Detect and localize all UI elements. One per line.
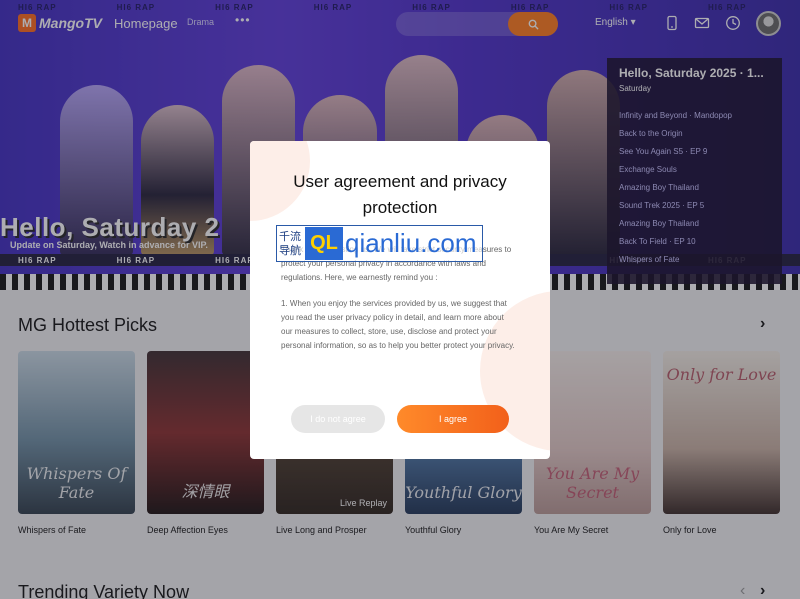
dialog-paragraph: 1. When you enjoy the services provided … <box>281 299 515 350</box>
watermark-cn-text: 千流导航 <box>279 230 301 257</box>
privacy-agreement-dialog: User agreement and privacy protection Th… <box>250 141 550 459</box>
watermark-badge: QL <box>305 227 343 260</box>
watermark-text: qianliu.com <box>345 228 477 258</box>
qianliu-watermark: 千流导航 QL qianliu.com <box>276 225 483 262</box>
disagree-button[interactable]: I do not agree <box>291 405 385 433</box>
dialog-body[interactable]: Thank you for trusting us. We will take … <box>281 243 517 373</box>
agree-button[interactable]: I agree <box>397 405 509 433</box>
dialog-title: User agreement and privacy protection <box>293 172 507 217</box>
